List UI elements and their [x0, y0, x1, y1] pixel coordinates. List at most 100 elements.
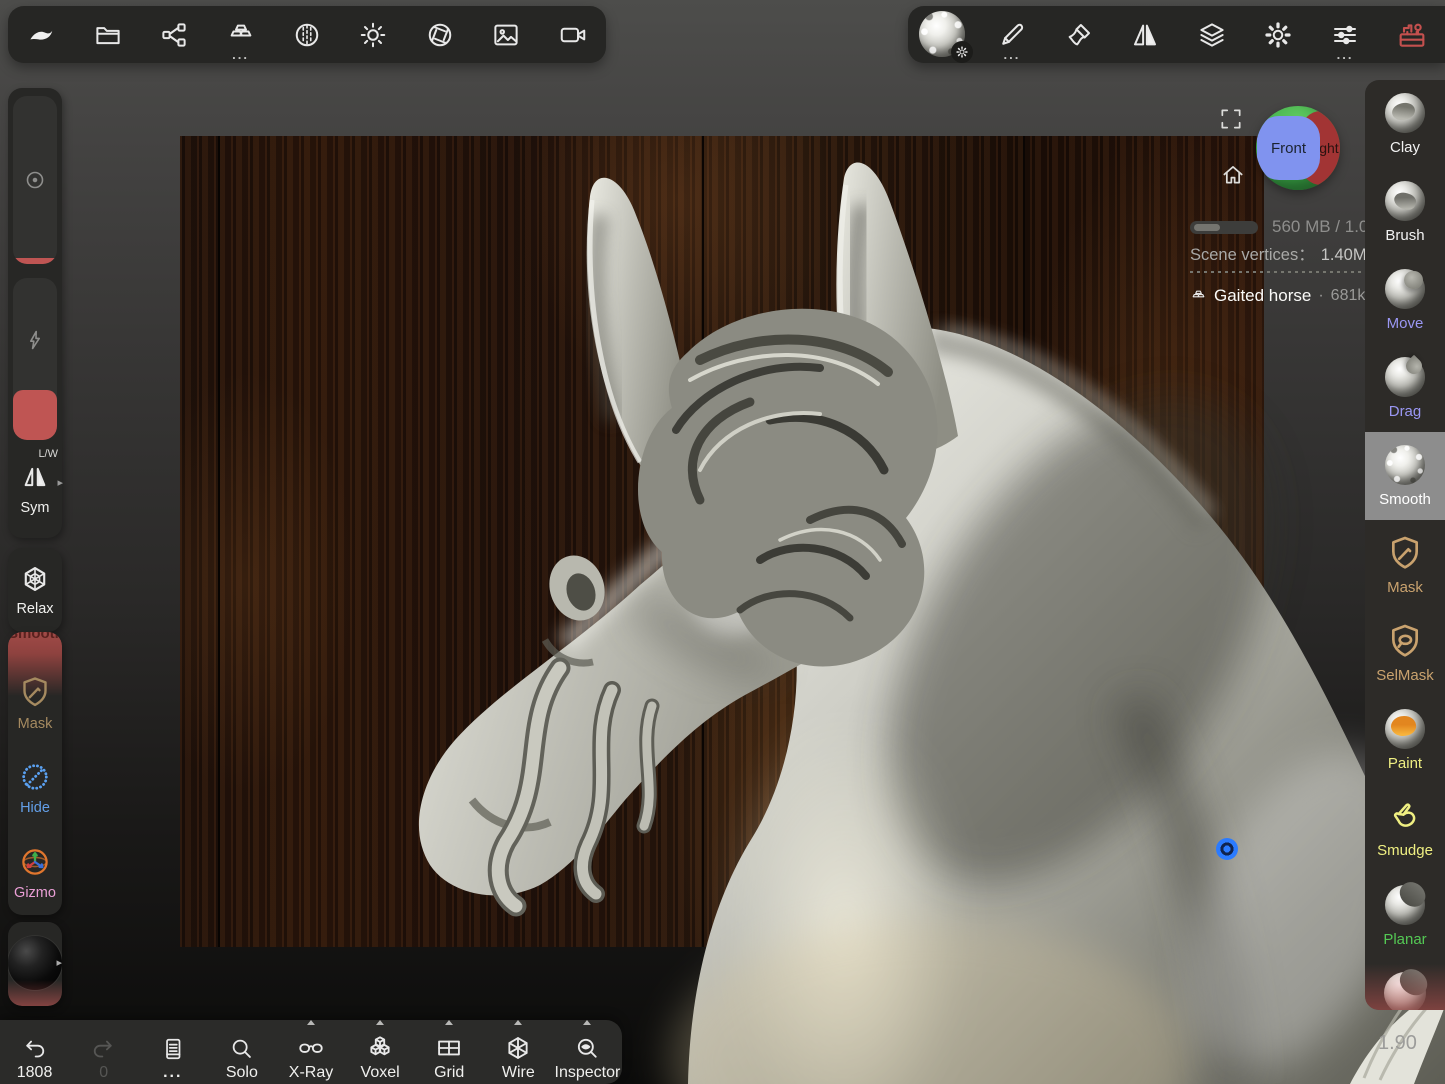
- orientation-gizmo[interactable]: Right Front: [1256, 106, 1340, 190]
- brush-cursor[interactable]: [1216, 838, 1238, 860]
- tool-smudge[interactable]: Smudge: [1365, 784, 1445, 872]
- image-icon: [491, 20, 521, 50]
- solo-button[interactable]: Solo: [207, 1017, 276, 1084]
- app-window: ...: [0, 0, 1445, 1084]
- inspector-label: Inspector: [555, 1064, 621, 1081]
- node-graph-icon: [159, 20, 189, 50]
- caret-up-icon: [514, 1020, 522, 1025]
- material-button[interactable]: [285, 11, 329, 59]
- notebook-icon: [160, 1036, 186, 1062]
- app-logo-button[interactable]: [19, 11, 63, 59]
- tool-clay[interactable]: Clay: [1365, 80, 1445, 168]
- mask-label: Mask: [18, 716, 53, 732]
- redo-button[interactable]: 0: [69, 1017, 138, 1084]
- settings-button[interactable]: [1256, 11, 1300, 59]
- tool-move[interactable]: Move: [1365, 256, 1445, 344]
- circle-dot-icon: [23, 168, 47, 192]
- hide-button[interactable]: Hide: [8, 745, 62, 830]
- paintbrush-icon: [1064, 20, 1094, 50]
- camera-button[interactable]: [551, 11, 595, 59]
- tool-rail: Clay Brush Move Drag Smooth Mask: [1365, 80, 1445, 1010]
- tool-paint[interactable]: Paint: [1365, 696, 1445, 784]
- tool-next-partial[interactable]: [1365, 960, 1445, 1010]
- symmetry-toggle[interactable]: L/W ▸ Sym: [8, 448, 62, 534]
- sym-expand-caret[interactable]: ▸: [57, 476, 63, 489]
- intensity-slider[interactable]: [13, 278, 57, 440]
- matcap-sphere-icon: [292, 20, 322, 50]
- undo-button[interactable]: 1808: [0, 1017, 69, 1084]
- tool-mask[interactable]: Mask: [1365, 520, 1445, 608]
- mask-shield-icon: [1385, 533, 1425, 573]
- scene-graph-button[interactable]: [152, 11, 196, 59]
- mask-tools-panel: Smooth Mask Hide: [8, 632, 62, 915]
- mask-shield-icon: [17, 674, 53, 710]
- undo-count: 1808: [17, 1064, 53, 1081]
- files-button[interactable]: [86, 11, 130, 59]
- wireframe-icon: [504, 1034, 532, 1062]
- gizmo-front-face[interactable]: Front: [1257, 116, 1320, 180]
- radius-slider[interactable]: [13, 96, 57, 264]
- folder-icon: [93, 20, 123, 50]
- relax-button[interactable]: Relax: [8, 548, 62, 632]
- radius-fill: [13, 258, 57, 264]
- tool-settings-badge[interactable]: [951, 41, 973, 63]
- aperture-icon: [425, 20, 455, 50]
- gizmo-button[interactable]: Gizmo: [8, 830, 62, 915]
- material-sphere-preview[interactable]: [8, 936, 62, 990]
- tool-planar[interactable]: Planar: [1365, 872, 1445, 960]
- gear-icon: [955, 45, 969, 59]
- smudge-finger-icon: [1386, 798, 1424, 836]
- redo-icon: [90, 1035, 117, 1062]
- sym-label: Sym: [8, 500, 62, 516]
- background-image-button[interactable]: [484, 11, 528, 59]
- toolbox-button[interactable]: [1390, 11, 1434, 59]
- painting-button[interactable]: [1057, 11, 1101, 59]
- display-settings-button[interactable]: ...: [1323, 11, 1367, 59]
- brush-sphere-icon: [1385, 181, 1425, 221]
- clay-sphere-icon: [1385, 93, 1425, 133]
- tool-label: Smooth: [1379, 492, 1431, 507]
- fullscreen-icon[interactable]: [1218, 106, 1244, 132]
- notes-button[interactable]: ...: [138, 1017, 207, 1084]
- grid-label: Grid: [434, 1064, 464, 1081]
- mesh-icon: [1190, 288, 1207, 305]
- vertices-value: 1.40M: [1321, 246, 1367, 264]
- tool-brush[interactable]: Brush: [1365, 168, 1445, 256]
- tool-label: Drag: [1389, 404, 1422, 419]
- voxel-button[interactable]: Voxel: [346, 1017, 415, 1084]
- background-reference-image: [180, 136, 1264, 947]
- home-view-icon[interactable]: [1220, 162, 1246, 188]
- grid-plane-icon: [435, 1034, 463, 1062]
- scene-object-row[interactable]: Gaited horse · 681k: [1190, 286, 1365, 306]
- smooth-sphere-icon: [1385, 445, 1425, 485]
- xray-button[interactable]: X-Ray: [276, 1017, 345, 1084]
- stroke-button[interactable]: ...: [990, 11, 1034, 59]
- object-separator: ·: [1318, 287, 1323, 305]
- tool-label: Brush: [1385, 228, 1424, 243]
- zoom-level: 1.90: [1378, 1032, 1417, 1055]
- tool-selmask[interactable]: SelMask: [1365, 608, 1445, 696]
- material-expand-caret[interactable]: ▸: [56, 956, 62, 969]
- symmetry-button[interactable]: [1123, 11, 1167, 59]
- paint-sphere-icon: [1385, 709, 1425, 749]
- tool-drag[interactable]: Drag: [1365, 344, 1445, 432]
- active-tool-button[interactable]: [919, 11, 967, 59]
- material-panel[interactable]: ▸: [8, 922, 62, 1006]
- mask-button[interactable]: Mask: [8, 660, 62, 745]
- grid-button[interactable]: Grid: [415, 1017, 484, 1084]
- bottom-toolbar: 1808 0 ... Solo X-Ray: [0, 1020, 622, 1084]
- mesh-primitives-button[interactable]: ...: [219, 11, 263, 59]
- stats-divider: [1190, 271, 1362, 273]
- drag-sphere-icon: [1385, 357, 1425, 397]
- post-process-button[interactable]: [418, 11, 462, 59]
- gizmo-front-label: Front: [1271, 140, 1306, 157]
- sliders-icon: [1330, 20, 1360, 50]
- tool-smooth[interactable]: Smooth: [1365, 432, 1445, 520]
- tool-label: SelMask: [1376, 668, 1434, 683]
- lighting-button[interactable]: [351, 11, 395, 59]
- voxel-label: Voxel: [361, 1064, 400, 1081]
- layers-button[interactable]: [1190, 11, 1234, 59]
- brush-settings-panel: L/W ▸ Sym: [8, 88, 62, 538]
- inspector-button[interactable]: Inspector: [553, 1017, 622, 1084]
- wire-button[interactable]: Wire: [484, 1017, 553, 1084]
